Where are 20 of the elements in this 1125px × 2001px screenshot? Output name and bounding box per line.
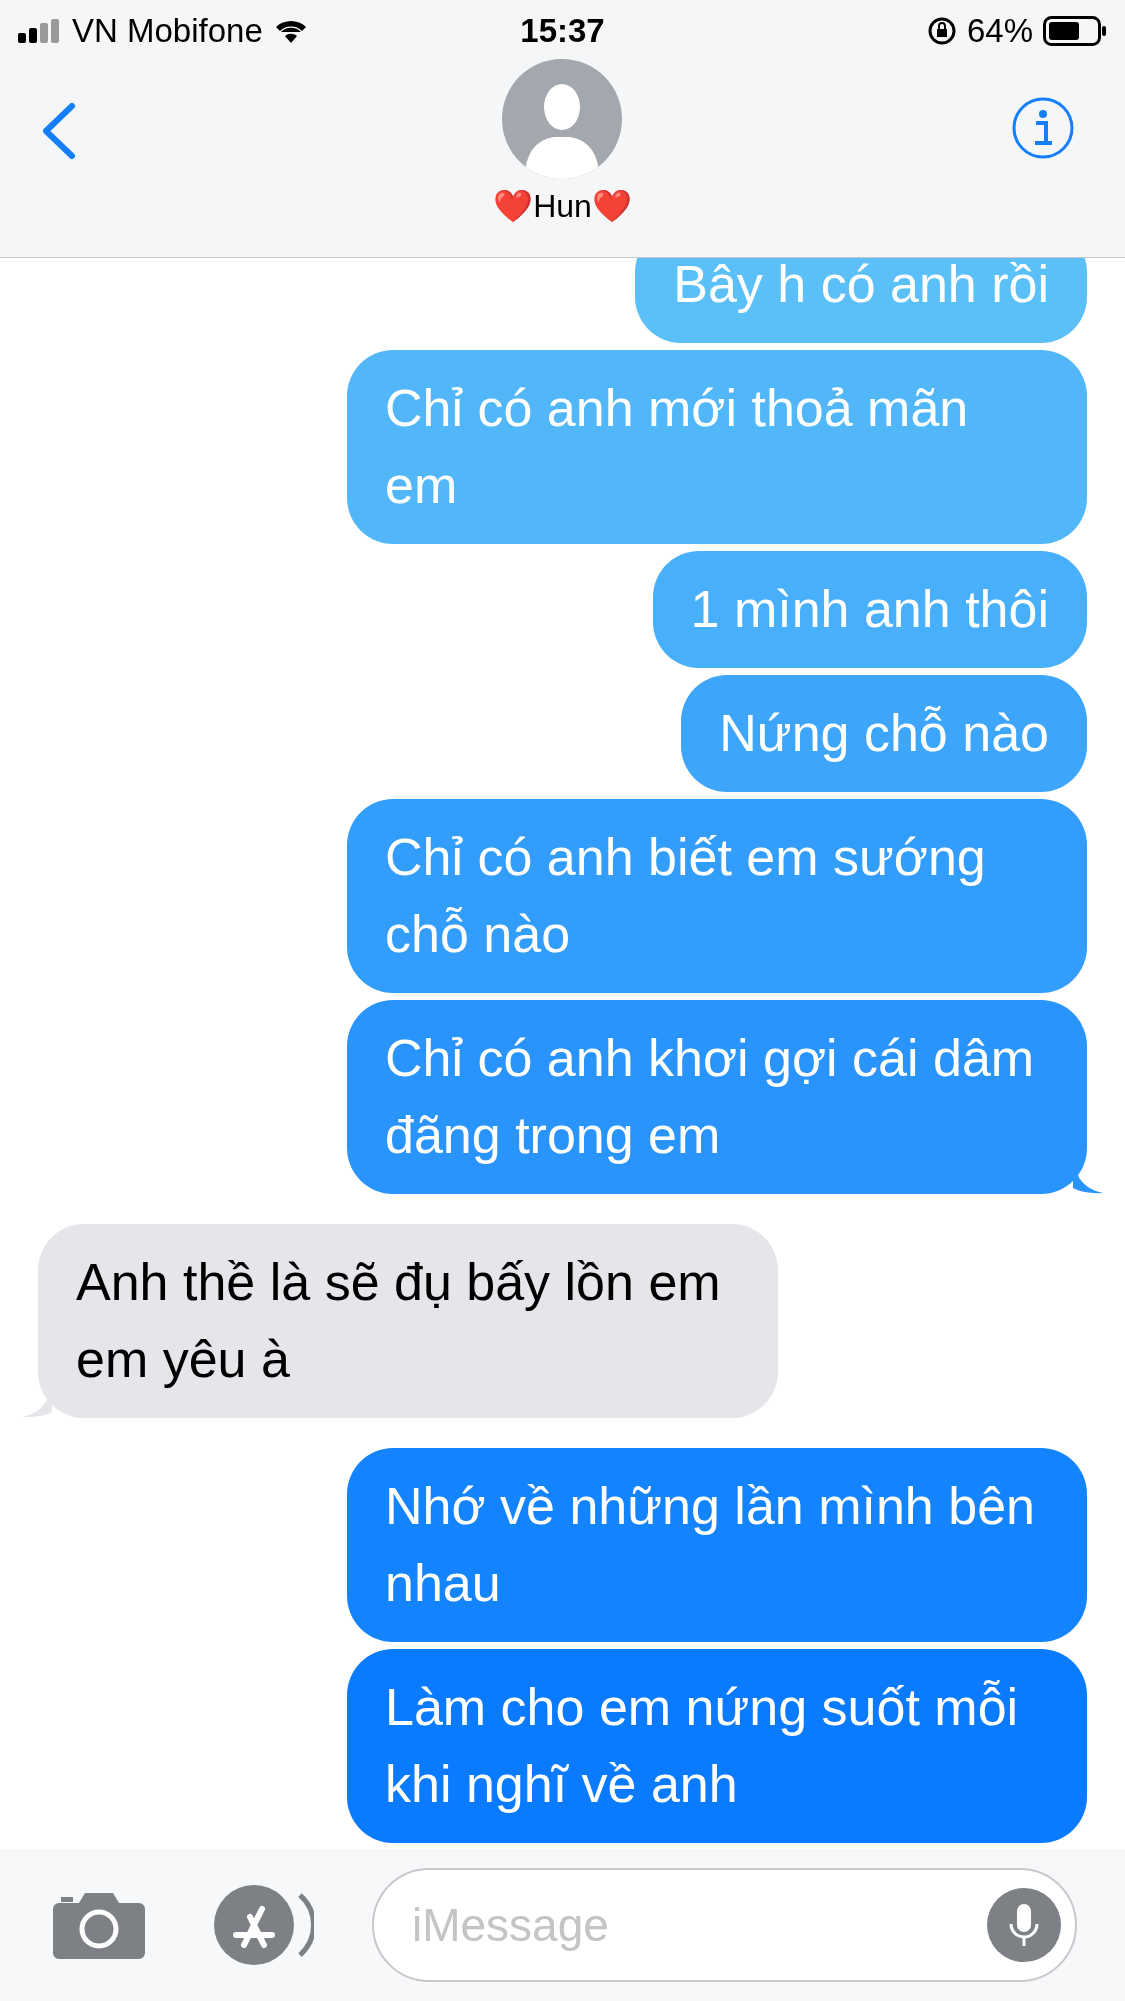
message-bubble: Anh thề là sẽ đụ bấy lồn em em yêu à: [38, 1224, 778, 1418]
battery-icon: [1043, 16, 1107, 46]
message-bubble: Chỉ có anh mới thoả mãn em: [347, 350, 1087, 544]
message-input[interactable]: iMessage: [372, 1868, 1077, 1982]
message-bubble: Chỉ có anh biết em sướng chỗ nào: [347, 799, 1087, 993]
avatar-icon[interactable]: [502, 59, 622, 179]
microphone-icon[interactable]: [987, 1888, 1061, 1962]
message-bubble: Nứng chỗ nào: [681, 675, 1087, 792]
info-icon[interactable]: [1011, 96, 1075, 160]
carrier-name: VN Mobifone: [72, 11, 263, 52]
message-bubble: Chỉ có anh khơi gợi cái dâm đãng trong em: [347, 1000, 1087, 1194]
signal-icon: [18, 19, 62, 43]
battery-percent: 64%: [966, 11, 1033, 52]
message-bubble: Nhớ về những lần mình bên nhau: [347, 1448, 1087, 1642]
rotation-lock-icon: [926, 16, 957, 46]
message-bubble: 1 mình anh thôi: [652, 551, 1087, 668]
message-bubble: Bây h có anh rồi: [635, 258, 1087, 343]
clock-time: 15:37: [520, 11, 605, 52]
message-bubble: Làm cho em nứng suốt mỗi khi nghĩ về anh: [347, 1649, 1087, 1843]
contact-name[interactable]: ❤Hun❤: [0, 186, 1125, 226]
